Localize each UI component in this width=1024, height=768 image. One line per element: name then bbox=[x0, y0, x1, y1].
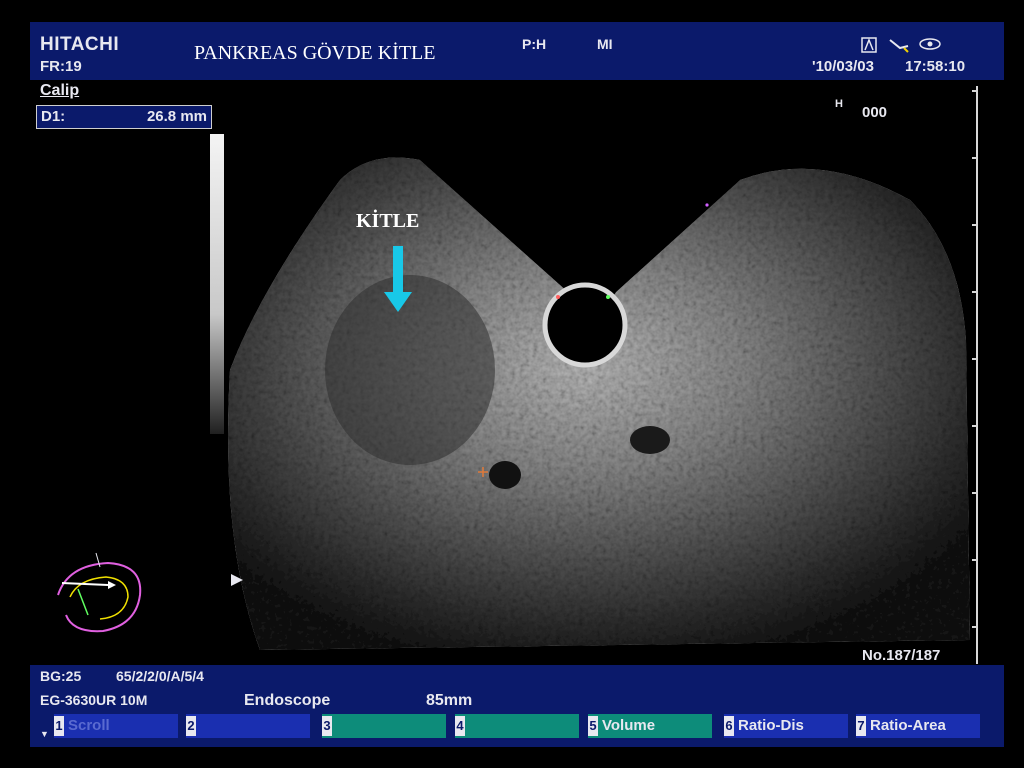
softkey-7-ratio-area[interactable]: 7 Ratio-Area bbox=[856, 714, 980, 738]
softkey-1-scroll[interactable]: 1 Scroll bbox=[54, 714, 178, 738]
edge-dot bbox=[705, 203, 709, 207]
scale-tick bbox=[972, 224, 978, 226]
edge-dot bbox=[556, 295, 560, 299]
scale-tick bbox=[972, 559, 978, 561]
page-title: PANKREAS GÖVDE KİTLE bbox=[194, 42, 436, 64]
down-triangle-icon: ▼ bbox=[40, 729, 49, 739]
exam-mode: Endoscope bbox=[244, 692, 331, 709]
brand-logo: HITACHI bbox=[40, 34, 120, 55]
scale-tick bbox=[972, 157, 978, 159]
softkey-6-ratio-dis[interactable]: 6 Ratio-Dis bbox=[724, 714, 848, 738]
ultrasound-image bbox=[228, 140, 970, 650]
depth-scale bbox=[976, 86, 978, 664]
patient-icon bbox=[861, 37, 877, 53]
ph-indicator: P:H bbox=[522, 36, 547, 52]
scale-tick bbox=[972, 492, 978, 494]
mi-indicator: MI bbox=[597, 36, 613, 52]
distance-measurement: D1: 26.8 mm bbox=[36, 105, 212, 129]
softkey-4[interactable]: 4 bbox=[455, 714, 579, 738]
down-arrow-icon bbox=[384, 246, 412, 312]
probe-orientation-icon bbox=[57, 552, 142, 633]
scale-tick bbox=[972, 425, 978, 427]
caliper-mode[interactable]: Calip bbox=[40, 82, 79, 100]
hypoechoic-spot bbox=[630, 426, 670, 454]
probe-model: EG-3630UR 10M bbox=[40, 692, 148, 708]
softkey-label: Ratio-Dis bbox=[738, 717, 804, 734]
mass-annotation: KİTLE bbox=[356, 210, 420, 232]
softkey-number: 6 bbox=[724, 716, 734, 736]
hypoechoic-spot bbox=[489, 461, 521, 489]
image-parameters: 65/2/2/0/A/5/4 bbox=[116, 668, 204, 684]
exam-date: '10/03/03 bbox=[812, 58, 874, 75]
frame-rate: FR:19 bbox=[40, 58, 82, 75]
scale-tick bbox=[972, 90, 978, 92]
softkey-2[interactable]: 2 bbox=[186, 714, 310, 738]
softkey-number: 3 bbox=[322, 716, 332, 736]
probe-icon bbox=[889, 39, 909, 53]
softkey-number: 4 bbox=[455, 716, 465, 736]
scale-tick bbox=[972, 358, 978, 360]
gain-h-label: H bbox=[835, 98, 843, 110]
softkey-5-volume[interactable]: 5 Volume bbox=[588, 714, 712, 738]
eye-icon bbox=[919, 38, 941, 50]
distance-label: D1: bbox=[41, 108, 66, 125]
softkey-number: 7 bbox=[856, 716, 866, 736]
bg-value: BG:25 bbox=[40, 668, 82, 684]
frame-counter: No.187/187 bbox=[862, 647, 941, 664]
depth-value: 85mm bbox=[426, 692, 473, 709]
softkey-number: 1 bbox=[54, 716, 64, 736]
softkey-number: 2 bbox=[186, 716, 196, 736]
scale-tick bbox=[972, 626, 978, 628]
play-pointer-icon bbox=[231, 574, 243, 586]
distance-value: 26.8 mm bbox=[146, 108, 207, 125]
gain-value: 000 bbox=[862, 104, 888, 121]
softkey-3[interactable]: 3 bbox=[322, 714, 446, 738]
exam-time: 17:58:10 bbox=[905, 58, 966, 75]
softkey-label: Scroll bbox=[68, 717, 110, 734]
edge-dot bbox=[606, 295, 610, 299]
softkey-number: 5 bbox=[588, 716, 598, 736]
scale-tick bbox=[972, 291, 978, 293]
softkey-label: Ratio-Area bbox=[870, 717, 946, 734]
softkey-label: Volume bbox=[602, 717, 656, 734]
status-icons bbox=[861, 37, 941, 53]
